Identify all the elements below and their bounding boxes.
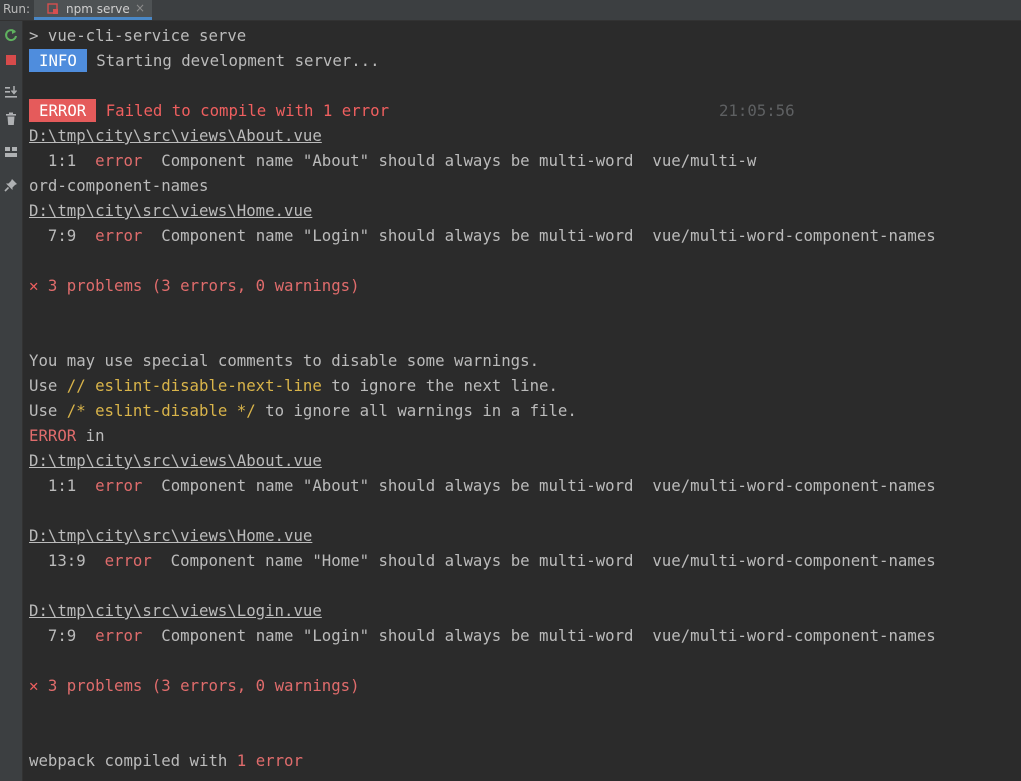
error-message: Failed to compile with 1 error xyxy=(105,101,390,120)
lint-position: 1:1 xyxy=(29,151,96,170)
run-label: Run: xyxy=(3,2,31,16)
error-keyword: ERROR xyxy=(29,426,77,445)
lint-message: Component name "About" should always be … xyxy=(142,151,757,170)
console-line-lint-wrap: ord-component-names xyxy=(29,173,1019,198)
console-line-hint: Use // eslint-disable-next-line to ignor… xyxy=(29,373,1019,398)
console-line-file: D:\tmp\city\src\views\Home.vue xyxy=(29,523,1019,548)
hint-code: // eslint-disable-next-line xyxy=(66,376,322,395)
hint-text: to ignore the next line. xyxy=(321,376,558,395)
lint-severity: error xyxy=(95,226,143,245)
run-sidebar-toolbar xyxy=(0,21,23,781)
problems-summary: 3 problems (3 errors, 0 warnings) xyxy=(38,676,360,695)
console-line-error-header: ERROR Failed to compile with 1 error 21:0… xyxy=(29,98,1019,123)
file-link-login[interactable]: D:\tmp\city\src\views\Login.vue xyxy=(29,601,322,620)
lint-position: 1:1 xyxy=(29,476,96,495)
console-line-problems: ✕ 3 problems (3 errors, 0 warnings) xyxy=(29,273,1019,298)
timestamp: 21:05:56 xyxy=(719,101,795,120)
hint-text: Use xyxy=(29,401,67,420)
problems-summary: 3 problems (3 errors, 0 warnings) xyxy=(38,276,360,295)
error-in-text: in xyxy=(76,426,105,445)
lint-severity: error xyxy=(95,151,143,170)
error-badge: ERROR xyxy=(29,99,97,122)
lint-position: 13:9 xyxy=(29,551,105,570)
lint-position: 7:9 xyxy=(29,226,96,245)
lint-severity: error xyxy=(95,476,143,495)
info-message: Starting development server... xyxy=(96,51,380,70)
info-badge: INFO xyxy=(29,49,87,72)
scroll-to-end-icon[interactable] xyxy=(3,84,19,100)
console-line-lint: 1:1 error Component name "About" should … xyxy=(29,148,1019,173)
console-line-hint: Use /* eslint-disable */ to ignore all w… xyxy=(29,398,1019,423)
lint-message: Component name "Home" should always be m… xyxy=(151,551,936,570)
lint-position: 7:9 xyxy=(29,626,96,645)
layout-icon[interactable] xyxy=(3,144,19,160)
lint-message: Component name "About" should always be … xyxy=(142,476,936,495)
lint-severity: error xyxy=(95,626,143,645)
lint-severity: error xyxy=(104,551,152,570)
console-output[interactable]: > vue-cli-service serve INFO Starting de… xyxy=(29,23,1019,773)
file-link-about[interactable]: D:\tmp\city\src\views\About.vue xyxy=(29,451,322,470)
console-line-command: > vue-cli-service serve xyxy=(29,23,1019,48)
console-line-problems: ✕ 3 problems (3 errors, 0 warnings) xyxy=(29,673,1019,698)
console-line-hint: You may use special comments to disable … xyxy=(29,348,1019,373)
hint-text: You may use special comments to disable … xyxy=(29,351,540,370)
close-icon[interactable]: × xyxy=(135,1,145,15)
console-line-lint: 7:9 error Component name "Login" should … xyxy=(29,223,1019,248)
webpack-error-word: error xyxy=(246,751,303,770)
console-line-error-in: ERROR in xyxy=(29,423,1019,448)
console-line-webpack: webpack compiled with 1 error xyxy=(29,748,1019,773)
run-toolbar: Run: npm serve × xyxy=(0,0,1021,21)
tab-label: npm serve xyxy=(66,2,130,16)
npm-config-icon xyxy=(47,3,58,14)
console-line-lint: 1:1 error Component name "About" should … xyxy=(29,473,1019,498)
console-line-file: D:\tmp\city\src\views\About.vue xyxy=(29,123,1019,148)
rerun-icon[interactable] xyxy=(3,27,19,43)
stop-icon[interactable] xyxy=(3,52,19,68)
console-line-file: D:\tmp\city\src\views\Login.vue xyxy=(29,598,1019,623)
webpack-error-count: 1 xyxy=(236,751,247,770)
webpack-text: webpack compiled with xyxy=(29,751,237,770)
lint-message: Component name "Login" should always be … xyxy=(142,626,936,645)
console-line-file: D:\tmp\city\src\views\Home.vue xyxy=(29,198,1019,223)
file-link-about[interactable]: D:\tmp\city\src\views\About.vue xyxy=(29,126,322,145)
hint-code: /* eslint-disable */ xyxy=(66,401,256,420)
hint-text: to ignore all warnings in a file. xyxy=(255,401,577,420)
hint-text: Use xyxy=(29,376,67,395)
console-line-info: INFO Starting development server... xyxy=(29,48,1019,73)
file-link-home[interactable]: D:\tmp\city\src\views\Home.vue xyxy=(29,201,312,220)
lint-message-wrap: ord-component-names xyxy=(29,176,209,195)
file-link-home[interactable]: D:\tmp\city\src\views\Home.vue xyxy=(29,526,312,545)
lint-message: Component name "Login" should always be … xyxy=(142,226,936,245)
console-line-lint: 7:9 error Component name "Login" should … xyxy=(29,623,1019,648)
pin-icon[interactable] xyxy=(3,177,19,193)
trash-icon[interactable] xyxy=(3,111,19,127)
console-line-file: D:\tmp\city\src\views\About.vue xyxy=(29,448,1019,473)
command-text: > vue-cli-service serve xyxy=(29,26,247,45)
tab-npm-serve[interactable]: npm serve × xyxy=(34,0,152,20)
console-line-lint: 13:9 error Component name "Home" should … xyxy=(29,548,1019,573)
